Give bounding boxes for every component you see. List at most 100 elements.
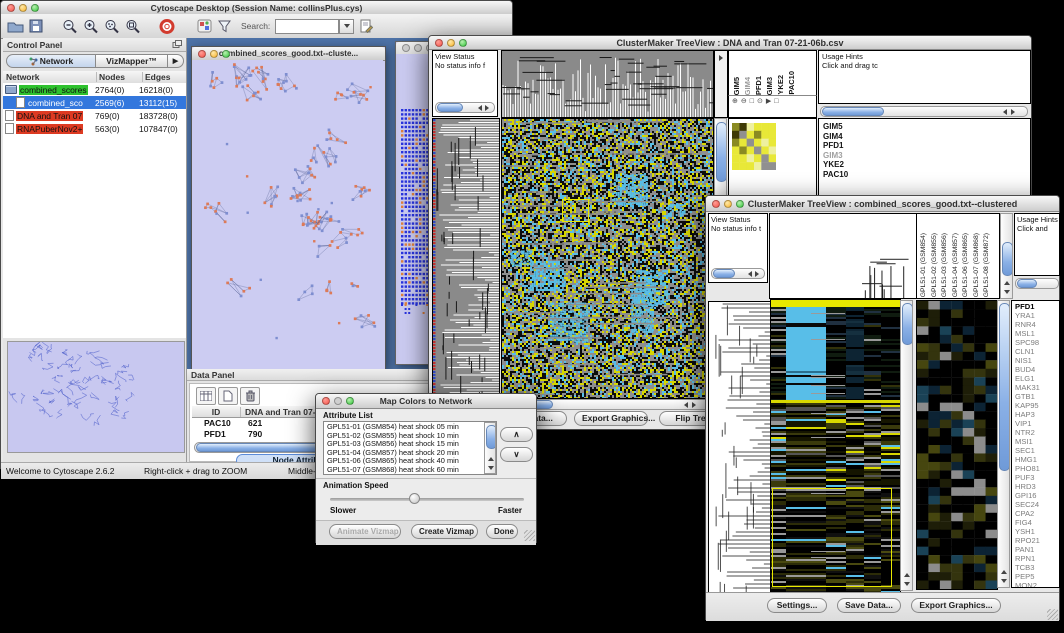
gene-label[interactable]: MSL1 [1015, 329, 1040, 338]
scroll-up-icon[interactable] [1004, 281, 1010, 285]
gene-label[interactable]: PAC10 [823, 170, 848, 180]
treeview2-heatmap-vscrollbar[interactable] [900, 300, 913, 591]
animation-speed-slider[interactable] [330, 498, 524, 501]
gene-label[interactable]: FIG4 [1015, 518, 1040, 527]
search-dropdown-button[interactable] [339, 19, 354, 34]
column-label[interactable]: GPL51-02 (GSM855) [930, 233, 941, 297]
gene-label[interactable]: PEP5 [1015, 572, 1040, 581]
network-table-row[interactable]: RNAPuberNov2+ 563(0) 107847(0) [3, 122, 186, 135]
mini-tool-icon[interactable]: ⊕ [732, 96, 738, 108]
gene-label[interactable]: YSH1 [1015, 527, 1040, 536]
gene-label[interactable]: HRD3 [1015, 482, 1040, 491]
scroll-left-icon[interactable] [748, 271, 752, 277]
scroll-right-icon[interactable] [1011, 109, 1015, 115]
delete-attribute-trash-icon[interactable] [240, 387, 260, 405]
dialog-titlebar[interactable]: Map Colors to Network [316, 394, 536, 409]
gene-label[interactable]: KAP95 [1015, 401, 1040, 410]
column-label[interactable]: GPL51-03 (GSM856) [940, 233, 951, 297]
network-table-row[interactable]: DNA and Tran 07 769(0) 183728(0) [3, 109, 186, 122]
gene-label[interactable]: MON2 [1015, 581, 1040, 588]
close-button[interactable] [435, 39, 443, 47]
treeview2-global-heatmap[interactable] [770, 299, 901, 593]
animate-vizmap-button[interactable]: Animate Vizmap [329, 524, 401, 539]
mini-tool-icon[interactable]: ⊙ [757, 96, 763, 108]
open-file-icon[interactable] [7, 19, 24, 33]
zoom-selected-icon[interactable] [104, 19, 120, 34]
treeview1-row-dendrogram[interactable] [432, 118, 500, 433]
treeview1-detail-heatmap[interactable] [732, 123, 776, 170]
gene-label[interactable]: PAN1 [1015, 545, 1040, 554]
scroll-down-icon[interactable] [488, 466, 494, 470]
save-icon[interactable] [29, 19, 44, 33]
scrollbar-thumb[interactable] [713, 269, 735, 278]
help-lifesaver-icon[interactable] [159, 19, 175, 34]
gene-label[interactable]: PHO81 [1015, 464, 1040, 473]
gene-label[interactable]: PFD1 [1015, 302, 1040, 311]
resize-grip[interactable] [524, 530, 535, 541]
column-label[interactable]: GIM3 [765, 77, 774, 95]
gene-label[interactable]: NIS1 [1015, 356, 1040, 365]
zoom-button[interactable] [222, 50, 230, 58]
minimize-button[interactable] [210, 50, 218, 58]
gene-label[interactable]: CLN1 [1015, 347, 1040, 356]
scrollbar-thumb[interactable] [1002, 242, 1013, 276]
attribute-list-vscrollbar[interactable] [484, 422, 496, 474]
gene-label[interactable]: VIP1 [1015, 419, 1040, 428]
view-status-hscrollbar[interactable] [711, 268, 765, 279]
gene-label[interactable]: PUF3 [1015, 473, 1040, 482]
usage-hints-hscrollbar[interactable] [820, 106, 1028, 117]
scroll-right-icon[interactable] [692, 402, 696, 408]
gene-label[interactable]: PFD1 [823, 141, 848, 151]
treeview2-column-dendrogram[interactable] [769, 213, 917, 299]
close-button[interactable] [402, 44, 410, 52]
column-label[interactable]: GPL51-08 (GSM872) [982, 233, 993, 297]
column-label[interactable]: GIM4 [743, 77, 752, 95]
treeview2-genelist-vscrollbar[interactable] [997, 300, 1010, 588]
tab-overflow-button[interactable]: ▶ [168, 54, 184, 68]
annotation-icon[interactable] [359, 19, 373, 33]
scroll-down-icon[interactable] [904, 582, 910, 586]
minimize-button[interactable] [447, 39, 455, 47]
move-down-button[interactable]: ∨ [500, 447, 533, 462]
settings-button[interactable]: Settings... [767, 598, 827, 613]
tab-network[interactable]: Network [6, 54, 96, 68]
move-up-button[interactable]: ∧ [500, 427, 533, 442]
close-button[interactable] [712, 200, 720, 208]
zoom-button[interactable] [736, 200, 744, 208]
scrollbar-thumb[interactable] [716, 122, 727, 182]
scrollbar-thumb[interactable] [822, 107, 884, 116]
gene-label[interactable]: YKE2 [823, 160, 848, 170]
scroll-up-icon[interactable] [1001, 570, 1007, 574]
gene-label[interactable]: YRA1 [1015, 311, 1040, 320]
gene-label[interactable]: NTR2 [1015, 428, 1040, 437]
column-label[interactable]: GPL51-07 (GSM868) [972, 233, 983, 297]
view-status-hscrollbar[interactable] [435, 102, 495, 113]
gene-label[interactable]: HMG1 [1015, 455, 1040, 464]
gene-label[interactable]: SEC24 [1015, 500, 1040, 509]
save-data-button[interactable]: Save Data... [837, 598, 901, 613]
scroll-up-icon[interactable] [904, 573, 910, 577]
column-label[interactable]: GPL51-04 (GSM857) [951, 233, 962, 297]
gene-label[interactable]: GIM4 [823, 132, 848, 142]
filter-funnel-icon[interactable] [217, 19, 232, 33]
minimize-button[interactable] [19, 4, 27, 12]
network-view-canvas[interactable] [192, 60, 383, 367]
new-attribute-icon[interactable] [218, 387, 238, 405]
treeview2-collabel-vscrollbar[interactable] [1000, 213, 1013, 299]
gene-label[interactable]: GPI16 [1015, 491, 1040, 500]
gene-label[interactable]: GIM5 [823, 122, 848, 132]
treeview2-titlebar[interactable]: ClusterMaker TreeView : combined_scores_… [706, 196, 1059, 212]
gene-label[interactable]: BUD4 [1015, 365, 1040, 374]
gene-label[interactable]: GTB1 [1015, 392, 1040, 401]
zoom-out-icon[interactable] [62, 19, 78, 34]
scroll-left-icon[interactable] [1003, 109, 1007, 115]
gene-label[interactable]: GIM3 [823, 151, 848, 161]
scrollbar-thumb[interactable] [902, 303, 913, 345]
gene-label[interactable]: MSI1 [1015, 437, 1040, 446]
gene-label[interactable]: SEC1 [1015, 446, 1040, 455]
treeview2-row-dendrogram[interactable] [708, 301, 771, 593]
scroll-down-icon[interactable] [1001, 579, 1007, 583]
column-label[interactable]: YKE2 [776, 75, 785, 95]
gene-label[interactable]: CPA2 [1015, 509, 1040, 518]
birdseye-view-canvas[interactable] [7, 341, 185, 453]
